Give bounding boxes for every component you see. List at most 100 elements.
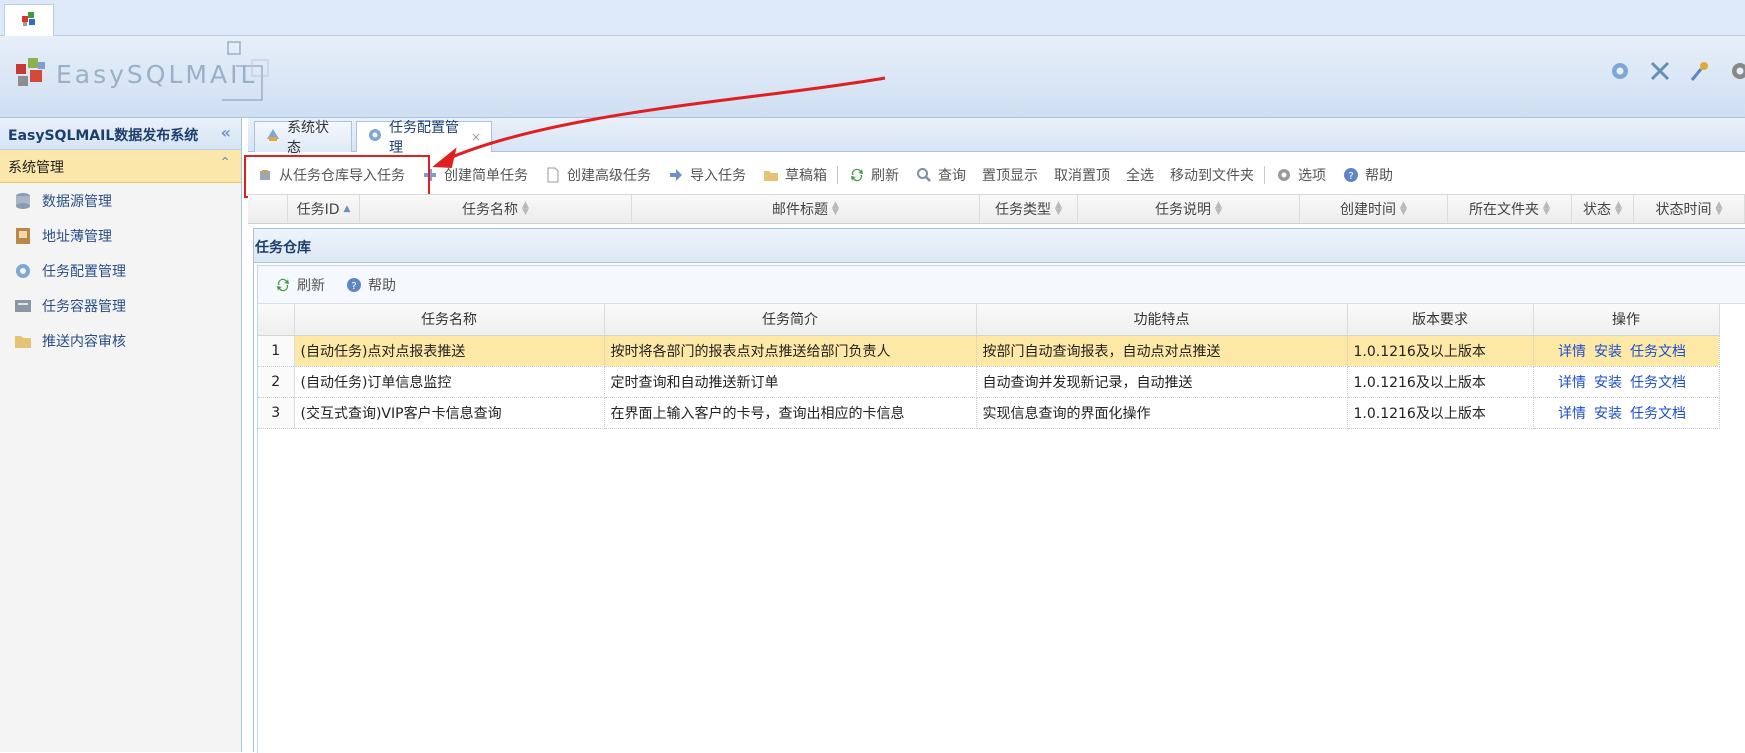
column-header-status[interactable]: 状态 ▲ ▼ (1572, 195, 1634, 223)
drafts-button[interactable]: 草稿箱 (754, 160, 835, 190)
document-icon (544, 166, 562, 184)
task-features-cell: 按部门自动查询报表，自动点对点推送 (976, 335, 1348, 367)
task-repository-panel: 任务仓库 刷新 ? 帮助 任务名称 任务简介 功能特点 版本要求 操作 1 (自… (253, 228, 1745, 753)
column-header-task-name[interactable]: 任务名称 ▲ ▼ (360, 195, 632, 223)
install-link[interactable]: 安装 (1594, 375, 1622, 391)
column-header-task-desc[interactable]: 任务说明 ▲ ▼ (1078, 195, 1300, 223)
move-to-folder-button[interactable]: 移动到文件夹 (1162, 160, 1262, 190)
create-advanced-task-button[interactable]: 创建高级任务 (536, 160, 659, 190)
app-favicon-icon (20, 10, 38, 32)
repository-table: 任务名称 任务简介 功能特点 版本要求 操作 1 (自动任务)点对点报表推送 按… (258, 304, 1720, 429)
sidebar-item-push-review[interactable]: 推送内容审核 (0, 323, 241, 358)
logo-decoration (222, 41, 269, 101)
sidebar-item-address-book[interactable]: 地址薄管理 (0, 218, 241, 253)
tab-system-status[interactable]: 系统状态 (254, 120, 352, 156)
select-all-button[interactable]: 全选 (1118, 160, 1162, 190)
sidebar-section-system[interactable]: 系统管理 ⌃ (0, 150, 241, 183)
install-link[interactable]: 安装 (1594, 344, 1622, 360)
toolbar-separator (837, 166, 838, 184)
task-version-cell: 1.0.1216及以上版本 (1347, 366, 1534, 398)
browser-tab-strip (0, 0, 1745, 36)
container-icon (12, 295, 34, 317)
column-header-task-id[interactable]: 任务ID ▲ (288, 195, 360, 223)
task-name-cell: (交互式查询)VIP客户卡信息查询 (294, 397, 605, 429)
column-header-repo-summary: 任务简介 (604, 304, 977, 336)
collapse-sidebar-icon[interactable]: « (221, 123, 231, 142)
gear-icon (12, 260, 34, 282)
repository-title: 任务仓库 (254, 229, 1745, 263)
task-ops-cell: 详情 安装 任务文档 (1533, 397, 1720, 429)
folder-icon (12, 330, 34, 352)
sort-icon: ▲ ▼ (1715, 200, 1723, 217)
column-header-folder[interactable]: 所在文件夹 ▲ ▼ (1448, 195, 1572, 223)
task-ops-cell: 详情 安装 任务文档 (1533, 335, 1720, 367)
task-toolbar: 从任务仓库导入任务 创建简单任务 创建高级任务 导入任务 草稿箱 刷新 查询 置… (248, 156, 1745, 194)
sidebar-title-text: EasySQLMAIL数据发布系统 (8, 128, 199, 144)
system-gear-icon[interactable] (1727, 58, 1745, 84)
button-label: 帮助 (1365, 168, 1393, 184)
task-doc-link[interactable]: 任务文档 (1630, 344, 1686, 360)
column-header-repo-features: 功能特点 (976, 304, 1348, 336)
table-row[interactable]: 2 (自动任务)订单信息监控 定时查询和自动推送新订单 自动查询并发现新记录，自… (258, 366, 1720, 398)
sort-icon: ▲ ▼ (1615, 200, 1622, 217)
highlight-annotation-box (244, 155, 430, 198)
import-task-button[interactable]: 导入任务 (659, 160, 754, 190)
logo-cubes-icon (16, 58, 45, 86)
table-row[interactable]: 1 (自动任务)点对点报表推送 按时将各部门的报表点对点推送给部门负责人 按部门… (258, 335, 1720, 367)
sidebar-title: EasySQLMAIL数据发布系统 « (0, 118, 241, 150)
settings-gear-icon[interactable] (1607, 58, 1633, 84)
button-label: 移动到文件夹 (1170, 168, 1254, 184)
browser-tab[interactable] (4, 4, 54, 36)
install-link[interactable]: 安装 (1594, 406, 1622, 422)
help-icon: ? (345, 276, 363, 294)
close-tab-icon[interactable]: × (471, 130, 481, 144)
task-features-cell: 实现信息查询的界面化操作 (976, 397, 1348, 429)
detail-link[interactable]: 详情 (1558, 375, 1586, 391)
column-header-mail-subject[interactable]: 邮件标题 ▲ ▼ (632, 195, 980, 223)
sidebar-item-datasource[interactable]: 数据源管理 (0, 183, 241, 218)
task-doc-link[interactable]: 任务文档 (1630, 406, 1686, 422)
sidebar-item-label: 推送内容审核 (42, 333, 126, 350)
sidebar-item-label: 数据源管理 (42, 193, 112, 210)
table-row[interactable]: 3 (交互式查询)VIP客户卡信息查询 在界面上输入客户的卡号，查询出相应的卡信… (258, 397, 1720, 429)
refresh-button[interactable]: 刷新 (840, 160, 907, 190)
sidebar-item-task-container[interactable]: 任务容器管理 (0, 288, 241, 323)
task-grid-header: 任务ID ▲ 任务名称 ▲ ▼ 邮件标题 ▲ ▼ 任务类型 ▲ ▼ 任务说明 ▲ ▼ 创建时间 ▲ ▼… (248, 194, 1745, 224)
tab-task-config[interactable]: 任务配置管理 × (356, 120, 492, 156)
sort-icon: ▲ ▼ (1543, 200, 1550, 217)
pin-top-button[interactable]: 置顶显示 (974, 160, 1046, 190)
app-header: EasySQLMAIL (0, 36, 1745, 118)
task-summary-cell: 按时将各部门的报表点对点推送给部门负责人 (604, 335, 977, 367)
repo-refresh-button[interactable]: 刷新 (266, 270, 333, 300)
column-header-created[interactable]: 创建时间 ▲ ▼ (1300, 195, 1448, 223)
repo-help-button[interactable]: ? 帮助 (337, 270, 404, 300)
tab-label: 系统状态 (287, 120, 329, 156)
detail-link[interactable]: 详情 (1558, 344, 1586, 360)
button-label: 草稿箱 (785, 168, 827, 184)
column-header-task-type[interactable]: 任务类型 ▲ ▼ (980, 195, 1078, 223)
key-icon[interactable] (1687, 58, 1713, 84)
button-label: 创建高级任务 (567, 168, 651, 184)
collapse-section-icon[interactable]: ⌃ (219, 155, 231, 171)
row-number: 2 (258, 366, 295, 398)
sidebar-item-task-config[interactable]: 任务配置管理 (0, 253, 241, 288)
app-logo: EasySQLMAIL (12, 54, 257, 94)
button-label: 刷新 (871, 168, 899, 184)
gear-icon (367, 127, 383, 147)
column-header-status-time[interactable]: 状态时间 ▲ ▼ (1634, 195, 1745, 223)
detail-link[interactable]: 详情 (1558, 406, 1586, 422)
create-simple-task-button[interactable]: 创建简单任务 (413, 160, 536, 190)
tools-icon[interactable] (1647, 58, 1673, 84)
button-label: 导入任务 (690, 168, 746, 184)
header-tools (1607, 58, 1745, 84)
help-button[interactable]: ? 帮助 (1334, 160, 1401, 190)
refresh-icon (848, 166, 866, 184)
options-button[interactable]: 选项 (1267, 160, 1334, 190)
sidebar-item-label: 地址薄管理 (42, 228, 112, 245)
help-icon: ? (1342, 166, 1360, 184)
task-doc-link[interactable]: 任务文档 (1630, 375, 1686, 391)
column-header-repo-name: 任务名称 (294, 304, 605, 336)
query-button[interactable]: 查询 (907, 160, 974, 190)
repository-table-header: 任务名称 任务简介 功能特点 版本要求 操作 (258, 304, 1720, 336)
unpin-button[interactable]: 取消置顶 (1046, 160, 1118, 190)
